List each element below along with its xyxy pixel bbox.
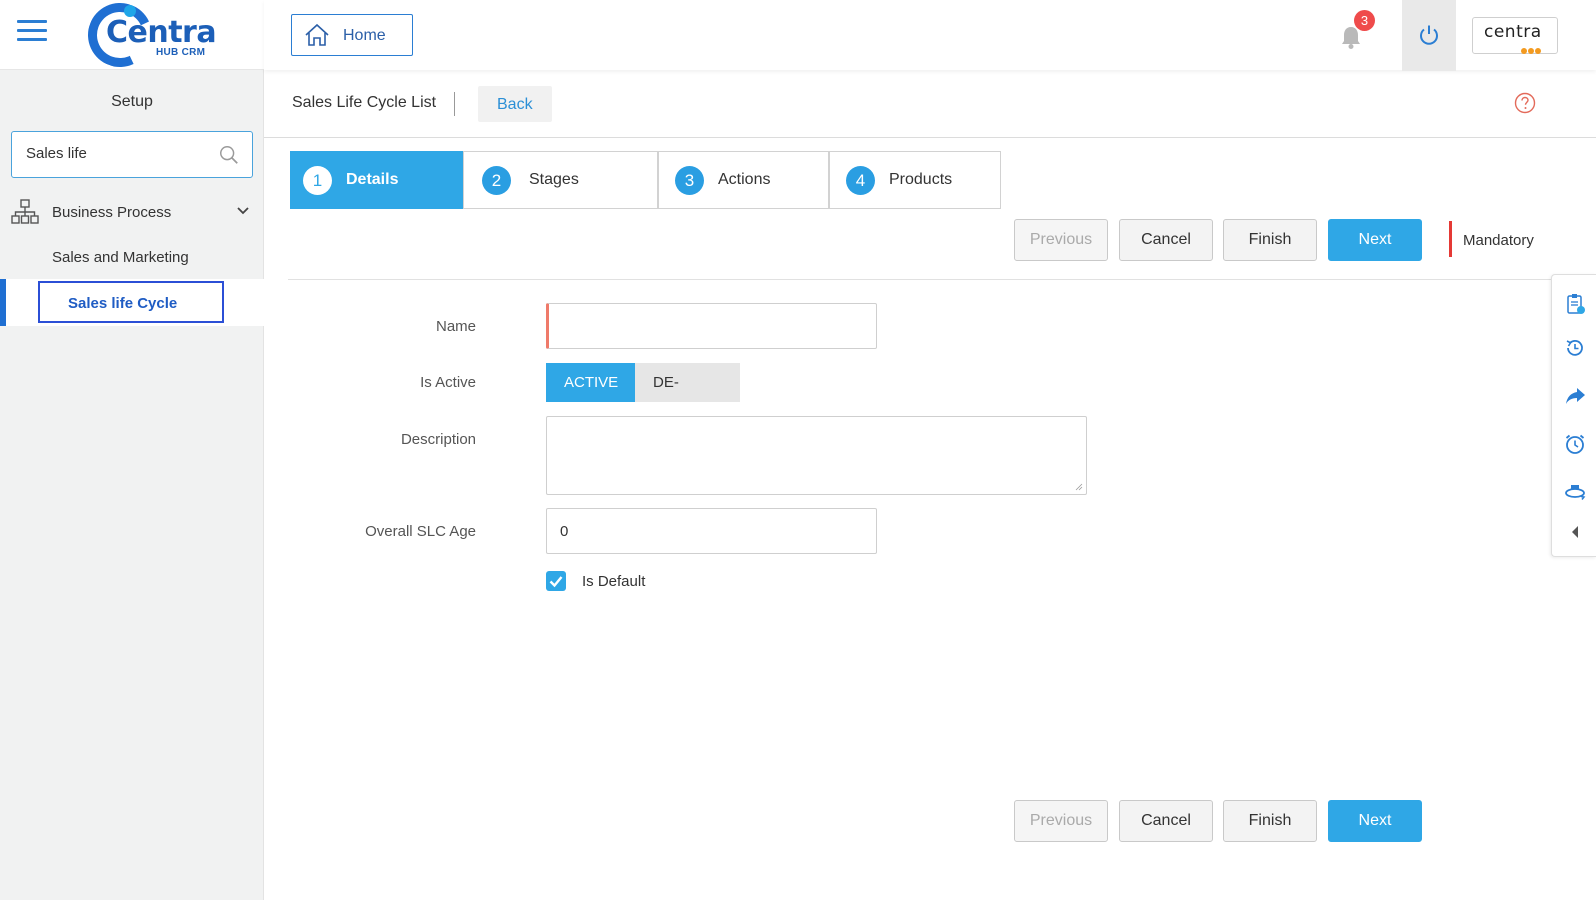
alarm-icon[interactable]: [1564, 433, 1586, 455]
tab-label: Details: [346, 171, 399, 188]
is-active-label: Is Active: [420, 374, 476, 391]
checkmark-icon: [549, 576, 563, 588]
sidebar-item-label: Sales life Cycle: [68, 295, 178, 312]
is-active-toggle: ACTIVE DE-ACTIVE: [546, 363, 740, 430]
cancel-button-bottom[interactable]: Cancel: [1119, 800, 1213, 842]
tab-details[interactable]: 1 Details: [290, 151, 463, 209]
company-logo-dots: [1521, 41, 1542, 59]
sidebar: Centra HUB CRM Setup Business Process Sa…: [0, 0, 264, 900]
resize-grip-icon[interactable]: [1075, 483, 1083, 491]
company-logo-text: centra: [1484, 22, 1542, 42]
is-default-checkbox[interactable]: [546, 571, 566, 591]
setup-title: Setup: [111, 93, 153, 110]
overall-slc-age-input[interactable]: 0: [546, 508, 877, 554]
previous-button[interactable]: Previous: [1014, 219, 1108, 261]
help-icon[interactable]: [1514, 92, 1536, 114]
sidebar-active-indicator: [0, 279, 6, 326]
mandatory-legend: Mandatory: [1463, 232, 1534, 249]
tab-products[interactable]: 4 Products: [829, 151, 1001, 209]
overall-slc-age-value: 0: [560, 523, 569, 540]
notification-badge: 3: [1354, 10, 1375, 31]
history-icon[interactable]: [1564, 337, 1586, 359]
org-chart-icon: [11, 199, 39, 224]
logout-button[interactable]: [1402, 0, 1456, 71]
back-button[interactable]: Back: [478, 86, 552, 122]
title-separator: [454, 92, 455, 116]
sidebar-group-business-process[interactable]: Business Process: [0, 196, 264, 230]
page-header: Sales Life Cycle List Back: [264, 72, 1596, 138]
home-label: Home: [343, 27, 386, 44]
name-label: Name: [435, 318, 476, 335]
page-title: Sales Life Cycle List: [292, 94, 437, 111]
mandatory-indicator: [1449, 221, 1452, 257]
home-icon: [305, 23, 329, 46]
logo-subtext: HUB CRM: [156, 47, 206, 58]
chevron-down-icon[interactable]: [236, 204, 250, 218]
360-view-icon[interactable]: [1564, 481, 1586, 503]
finish-button-bottom[interactable]: Finish: [1223, 800, 1317, 842]
power-icon: [1420, 25, 1438, 45]
home-button[interactable]: Home: [291, 14, 413, 56]
setup-search-input[interactable]: [26, 145, 206, 162]
cancel-button[interactable]: Cancel: [1119, 219, 1213, 261]
tab-actions[interactable]: 3 Actions: [658, 151, 829, 209]
is-default-label: Is Default: [582, 573, 646, 590]
wizard-tabs: 1 Details 2 Stages 3 Actions 4 Products: [290, 151, 1001, 209]
sidebar-group-label: Business Process: [52, 204, 172, 221]
back-label: Back: [497, 96, 533, 113]
tab-number: 2: [482, 166, 511, 195]
logo-bar: Centra HUB CRM: [0, 0, 264, 77]
tab-number: 1: [303, 166, 332, 195]
search-icon[interactable]: [218, 144, 240, 166]
tab-stages[interactable]: 2 Stages: [463, 151, 658, 209]
tab-label: Actions: [718, 171, 771, 188]
topbar: Home 3 centra: [264, 0, 1596, 71]
form-divider: [288, 279, 1552, 280]
next-button-bottom[interactable]: Next: [1328, 800, 1422, 842]
tab-label: Products: [889, 171, 953, 188]
tab-number: 4: [846, 166, 875, 195]
deactive-option[interactable]: DE-ACTIVE: [635, 363, 740, 430]
company-logo[interactable]: centra: [1472, 17, 1558, 54]
description-textarea[interactable]: [546, 416, 1087, 495]
name-input[interactable]: [546, 303, 877, 349]
previous-button-bottom[interactable]: Previous: [1014, 800, 1108, 842]
active-option[interactable]: ACTIVE: [546, 363, 635, 402]
overall-slc-age-label: Overall SLC Age: [365, 523, 476, 540]
tab-number: 3: [675, 166, 704, 195]
right-tool-rail: [1551, 274, 1596, 557]
description-label: Description: [400, 431, 476, 448]
centra-hub-crm-logo[interactable]: Centra HUB CRM: [78, 0, 218, 77]
next-button[interactable]: Next: [1328, 219, 1422, 261]
tab-label: Stages: [529, 171, 579, 188]
setup-search-box[interactable]: [11, 131, 253, 178]
notes-icon[interactable]: [1564, 293, 1586, 315]
share-icon[interactable]: [1564, 385, 1586, 407]
logo-text: Centra: [106, 15, 217, 50]
sidebar-item-sales-and-marketing[interactable]: Sales and Marketing: [52, 249, 189, 266]
hamburger-menu-icon[interactable]: [17, 20, 47, 44]
sidebar-item-sales-life-cycle[interactable]: Sales life Cycle: [38, 281, 224, 323]
collapse-arrow-icon[interactable]: [1564, 521, 1586, 543]
finish-button[interactable]: Finish: [1223, 219, 1317, 261]
